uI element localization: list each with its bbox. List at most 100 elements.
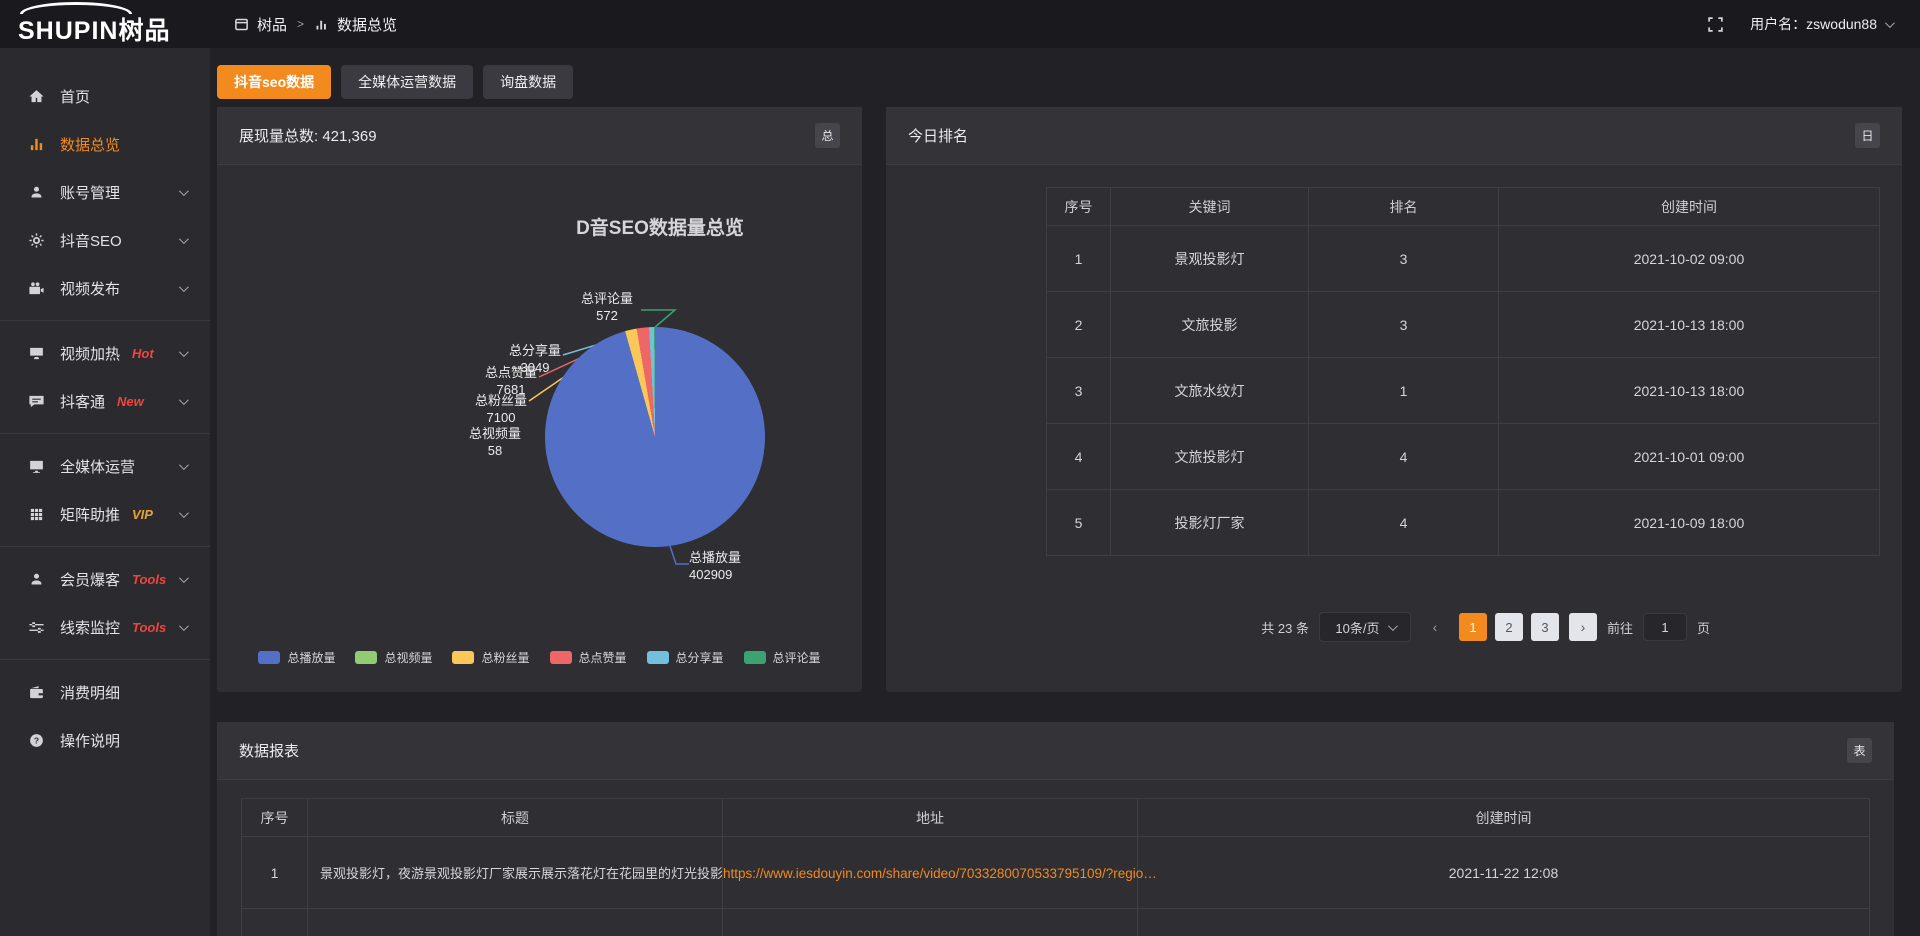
report-col-header: 标题 (308, 799, 723, 837)
rank-cell: 文旅水纹灯 (1111, 358, 1309, 424)
sidebar-item-label: 抖音SEO (60, 230, 122, 251)
report-col-header: 创建时间 (1138, 799, 1870, 837)
legend-item-0[interactable]: 总播放量 (258, 649, 335, 666)
sidebar-item-label: 首页 (60, 86, 90, 107)
gear-icon (28, 232, 45, 249)
legend-item-4[interactable]: 总分享量 (647, 649, 724, 666)
sidebar-item-label: 视频发布 (60, 278, 120, 299)
sidebar-item-4[interactable]: 视频发布 (0, 264, 210, 312)
badge: Hot (132, 346, 154, 361)
sidebar-item-label: 消费明细 (60, 682, 120, 703)
rank-col-header: 排名 (1309, 188, 1499, 226)
bar-chart-icon (314, 17, 329, 32)
sidebar-item-label: 全媒体运营 (60, 456, 135, 477)
legend-swatch (355, 651, 377, 664)
day-corner-button[interactable]: 日 (1855, 123, 1880, 148)
tab-0[interactable]: 抖音seo数据 (217, 65, 331, 99)
report-col-header: 序号 (242, 799, 308, 837)
breadcrumb-separator: > (297, 17, 304, 31)
sidebar-divider (0, 320, 210, 321)
sidebar-item-0[interactable]: 首页 (0, 72, 210, 120)
rank-cell: 1 (1047, 226, 1111, 292)
page-button-1[interactable]: 1 (1459, 613, 1487, 641)
legend-swatch (550, 651, 572, 664)
chevron-down-icon (179, 460, 189, 470)
sidebar-item-6[interactable]: 抖客通New (0, 377, 210, 425)
legend-item-3[interactable]: 总点赞量 (550, 649, 627, 666)
pagination: 共 23 条 10条/页 ‹ 123 › 前往 页 (1046, 612, 1710, 642)
rank-cell: 4 (1309, 490, 1499, 556)
pie-label-share: 总分享量3049 (505, 342, 565, 376)
sidebar: 首页数据总览账号管理抖音SEO 视频发布视频加热Hot抖客通New 全媒体运营矩阵助… (0, 48, 210, 936)
page-button-2[interactable]: 2 (1495, 613, 1523, 641)
screen-icon (28, 345, 45, 362)
sidebar-item-11[interactable]: 消费明细 (0, 668, 210, 716)
legend-swatch (452, 651, 474, 664)
tab-1[interactable]: 全媒体运营数据 (341, 65, 473, 99)
pagination-total: 共 23 条 (1261, 618, 1309, 637)
chevron-down-icon (179, 508, 189, 518)
pie-graphic[interactable] (545, 327, 765, 547)
chevron-down-icon (179, 395, 189, 405)
report-table-row: 1景观投影灯，夜游景观投影灯厂家展示展示落花灯在花园里的灯光投影应用效果 #ht… (242, 837, 1870, 909)
sidebar-divider (0, 546, 210, 547)
goto-suffix: 页 (1697, 618, 1710, 637)
tab-2[interactable]: 询盘数据 (483, 65, 573, 99)
chevron-down-icon (179, 621, 189, 631)
legend-item-2[interactable]: 总粉丝量 (452, 649, 529, 666)
rank-cell: 文旅投影 (1111, 292, 1309, 358)
prev-page-button[interactable]: ‹ (1421, 613, 1449, 641)
table-corner-button[interactable]: 表 (1847, 738, 1872, 763)
chevron-down-icon (1387, 621, 1397, 631)
sidebar-item-2[interactable]: 账号管理 (0, 168, 210, 216)
camera-icon (28, 280, 45, 297)
user-menu[interactable]: 用户名：zswodun88 (1750, 14, 1892, 34)
page-button-3[interactable]: 3 (1531, 613, 1559, 641)
next-page-button[interactable]: › (1569, 613, 1597, 641)
rank-cell: 4 (1047, 424, 1111, 490)
user-icon (28, 571, 45, 588)
logo: SHUPIN树品 (0, 1, 210, 47)
sidebar-item-3[interactable]: 抖音SEO (0, 216, 210, 264)
rank-table-row: 4文旅投影灯42021-10-01 09:00 (1047, 424, 1880, 490)
report-index-cell: 1 (242, 837, 308, 909)
report-panel-title: 数据报表 (239, 740, 299, 761)
home-icon (28, 88, 45, 105)
user-icon (28, 184, 45, 201)
video-link[interactable]: https://www.iesdouyin.com/share/video/70… (723, 866, 1157, 881)
sidebar-item-9[interactable]: 会员爆客Tools (0, 555, 210, 603)
badge: VIP (132, 507, 153, 522)
breadcrumb-root[interactable]: 树品 (257, 14, 287, 35)
chevron-down-icon (179, 347, 189, 357)
report-col-header: 地址 (723, 799, 1138, 837)
legend-label: 总点赞量 (579, 649, 627, 666)
rank-cell: 文旅投影灯 (1111, 424, 1309, 490)
sidebar-item-1[interactable]: 数据总览 (0, 120, 210, 168)
pie-label-video: 总视频量58 (465, 425, 525, 459)
total-corner-button[interactable]: 总 (815, 123, 840, 148)
page-size-select[interactable]: 10条/页 (1319, 612, 1411, 642)
goto-page-input[interactable] (1643, 613, 1687, 641)
chevron-down-icon (1885, 18, 1895, 28)
sidebar-item-10[interactable]: 线索监控Tools (0, 603, 210, 651)
rank-cell: 2021-10-01 09:00 (1499, 424, 1880, 490)
sidebar-item-7[interactable]: 全媒体运营 (0, 442, 210, 490)
sidebar-item-5[interactable]: 视频加热Hot (0, 329, 210, 377)
legend-label: 总播放量 (287, 649, 335, 666)
rank-table-row: 5投影灯厂家42021-10-09 18:00 (1047, 490, 1880, 556)
legend-label: 总评论量 (773, 649, 821, 666)
pie-label-comment: 总评论量572 (573, 290, 641, 324)
legend-item-1[interactable]: 总视频量 (355, 649, 432, 666)
legend-item-5[interactable]: 总评论量 (744, 649, 821, 666)
sidebar-item-12[interactable]: ? 操作说明 (0, 716, 210, 764)
sidebar-item-label: 操作说明 (60, 730, 120, 751)
rank-cell: 景观投影灯 (1111, 226, 1309, 292)
sliders-icon (28, 619, 45, 636)
sidebar-item-label: 会员爆客 (60, 569, 120, 590)
sidebar-item-8[interactable]: 矩阵助推VIP (0, 490, 210, 538)
sidebar-item-label: 账号管理 (60, 182, 120, 203)
rank-col-header: 关键词 (1111, 188, 1309, 226)
svg-text:?: ? (34, 735, 39, 745)
fullscreen-icon[interactable] (1707, 16, 1724, 33)
chevron-down-icon (179, 282, 189, 292)
